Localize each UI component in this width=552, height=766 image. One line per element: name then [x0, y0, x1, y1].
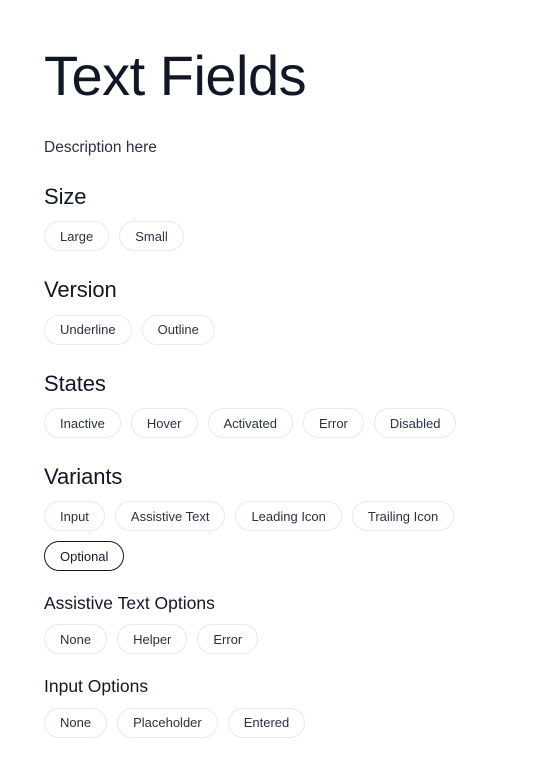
- page-root: Text Fields Description here Size Large Sm…: [0, 0, 552, 766]
- section-title-assistive-text-options: Assistive Text Options: [44, 593, 215, 614]
- option-row-input-options: None Placeholder Entered: [44, 707, 512, 738]
- option-chip-assistive-text-options-none[interactable]: None: [44, 624, 108, 655]
- section-title-input-options: Input Options: [44, 676, 149, 697]
- option-chip-size-large[interactable]: Large: [44, 221, 110, 252]
- section-variants: Variants Input Assistive Text Leading Icon T…: [44, 438, 512, 572]
- option-chip-version-outline[interactable]: Outline: [141, 314, 215, 345]
- option-chip-states-hover[interactable]: Hover: [130, 408, 198, 439]
- option-chip-input-options-entered[interactable]: Entered: [227, 707, 306, 738]
- option-row-assistive-text-options: None Helper Error: [44, 624, 512, 655]
- section-input-options: Input Options None Placeholder Entered: [44, 654, 512, 738]
- section-title-version: Version: [44, 277, 117, 303]
- option-chip-input-options-placeholder[interactable]: Placeholder: [117, 707, 218, 738]
- option-row-states: Inactive Hover Activated Error Disabled: [44, 408, 512, 439]
- option-chip-states-disabled[interactable]: Disabled: [373, 408, 457, 439]
- option-chip-variants-assistive-text[interactable]: Assistive Text: [114, 501, 226, 532]
- section-title-states: States: [44, 370, 106, 396]
- section-title-variants: Variants: [44, 464, 123, 490]
- option-row-size: Large Small: [44, 221, 512, 252]
- option-chip-size-small[interactable]: Small: [119, 221, 184, 252]
- option-chip-input-options-none[interactable]: None: [44, 707, 108, 738]
- option-row-version: Underline Outline: [44, 314, 512, 345]
- section-assistive-text-options: Assistive Text Options None Helper Error: [44, 571, 512, 655]
- option-row-variants: Input Assistive Text Leading Icon Trailing …: [44, 501, 512, 572]
- option-chip-states-inactive[interactable]: Inactive: [44, 408, 121, 439]
- option-chip-variants-leading-icon[interactable]: Leading Icon: [235, 501, 342, 532]
- sections-container: Size Large Small Version Underline Outline Sta…: [44, 158, 512, 738]
- option-chip-variants-input[interactable]: Input: [44, 501, 105, 532]
- option-chip-version-underline[interactable]: Underline: [44, 314, 132, 345]
- option-chip-states-error[interactable]: Error: [302, 408, 364, 439]
- page-title: Text Fields: [44, 44, 307, 107]
- page-description: Description here: [44, 139, 157, 156]
- section-version: Version Underline Outline: [44, 251, 512, 345]
- section-title-size: Size: [44, 184, 87, 210]
- option-chip-variants-optional[interactable]: Optional: [44, 541, 125, 572]
- option-chip-assistive-text-options-helper[interactable]: Helper: [117, 624, 188, 655]
- option-chip-assistive-text-options-error[interactable]: Error: [197, 624, 259, 655]
- section-states: States Inactive Hover Activated Error Disable…: [44, 345, 512, 439]
- option-chip-states-activated[interactable]: Activated: [207, 408, 293, 439]
- option-chip-variants-trailing-icon[interactable]: Trailing Icon: [351, 501, 455, 532]
- section-size: Size Large Small: [44, 158, 512, 252]
